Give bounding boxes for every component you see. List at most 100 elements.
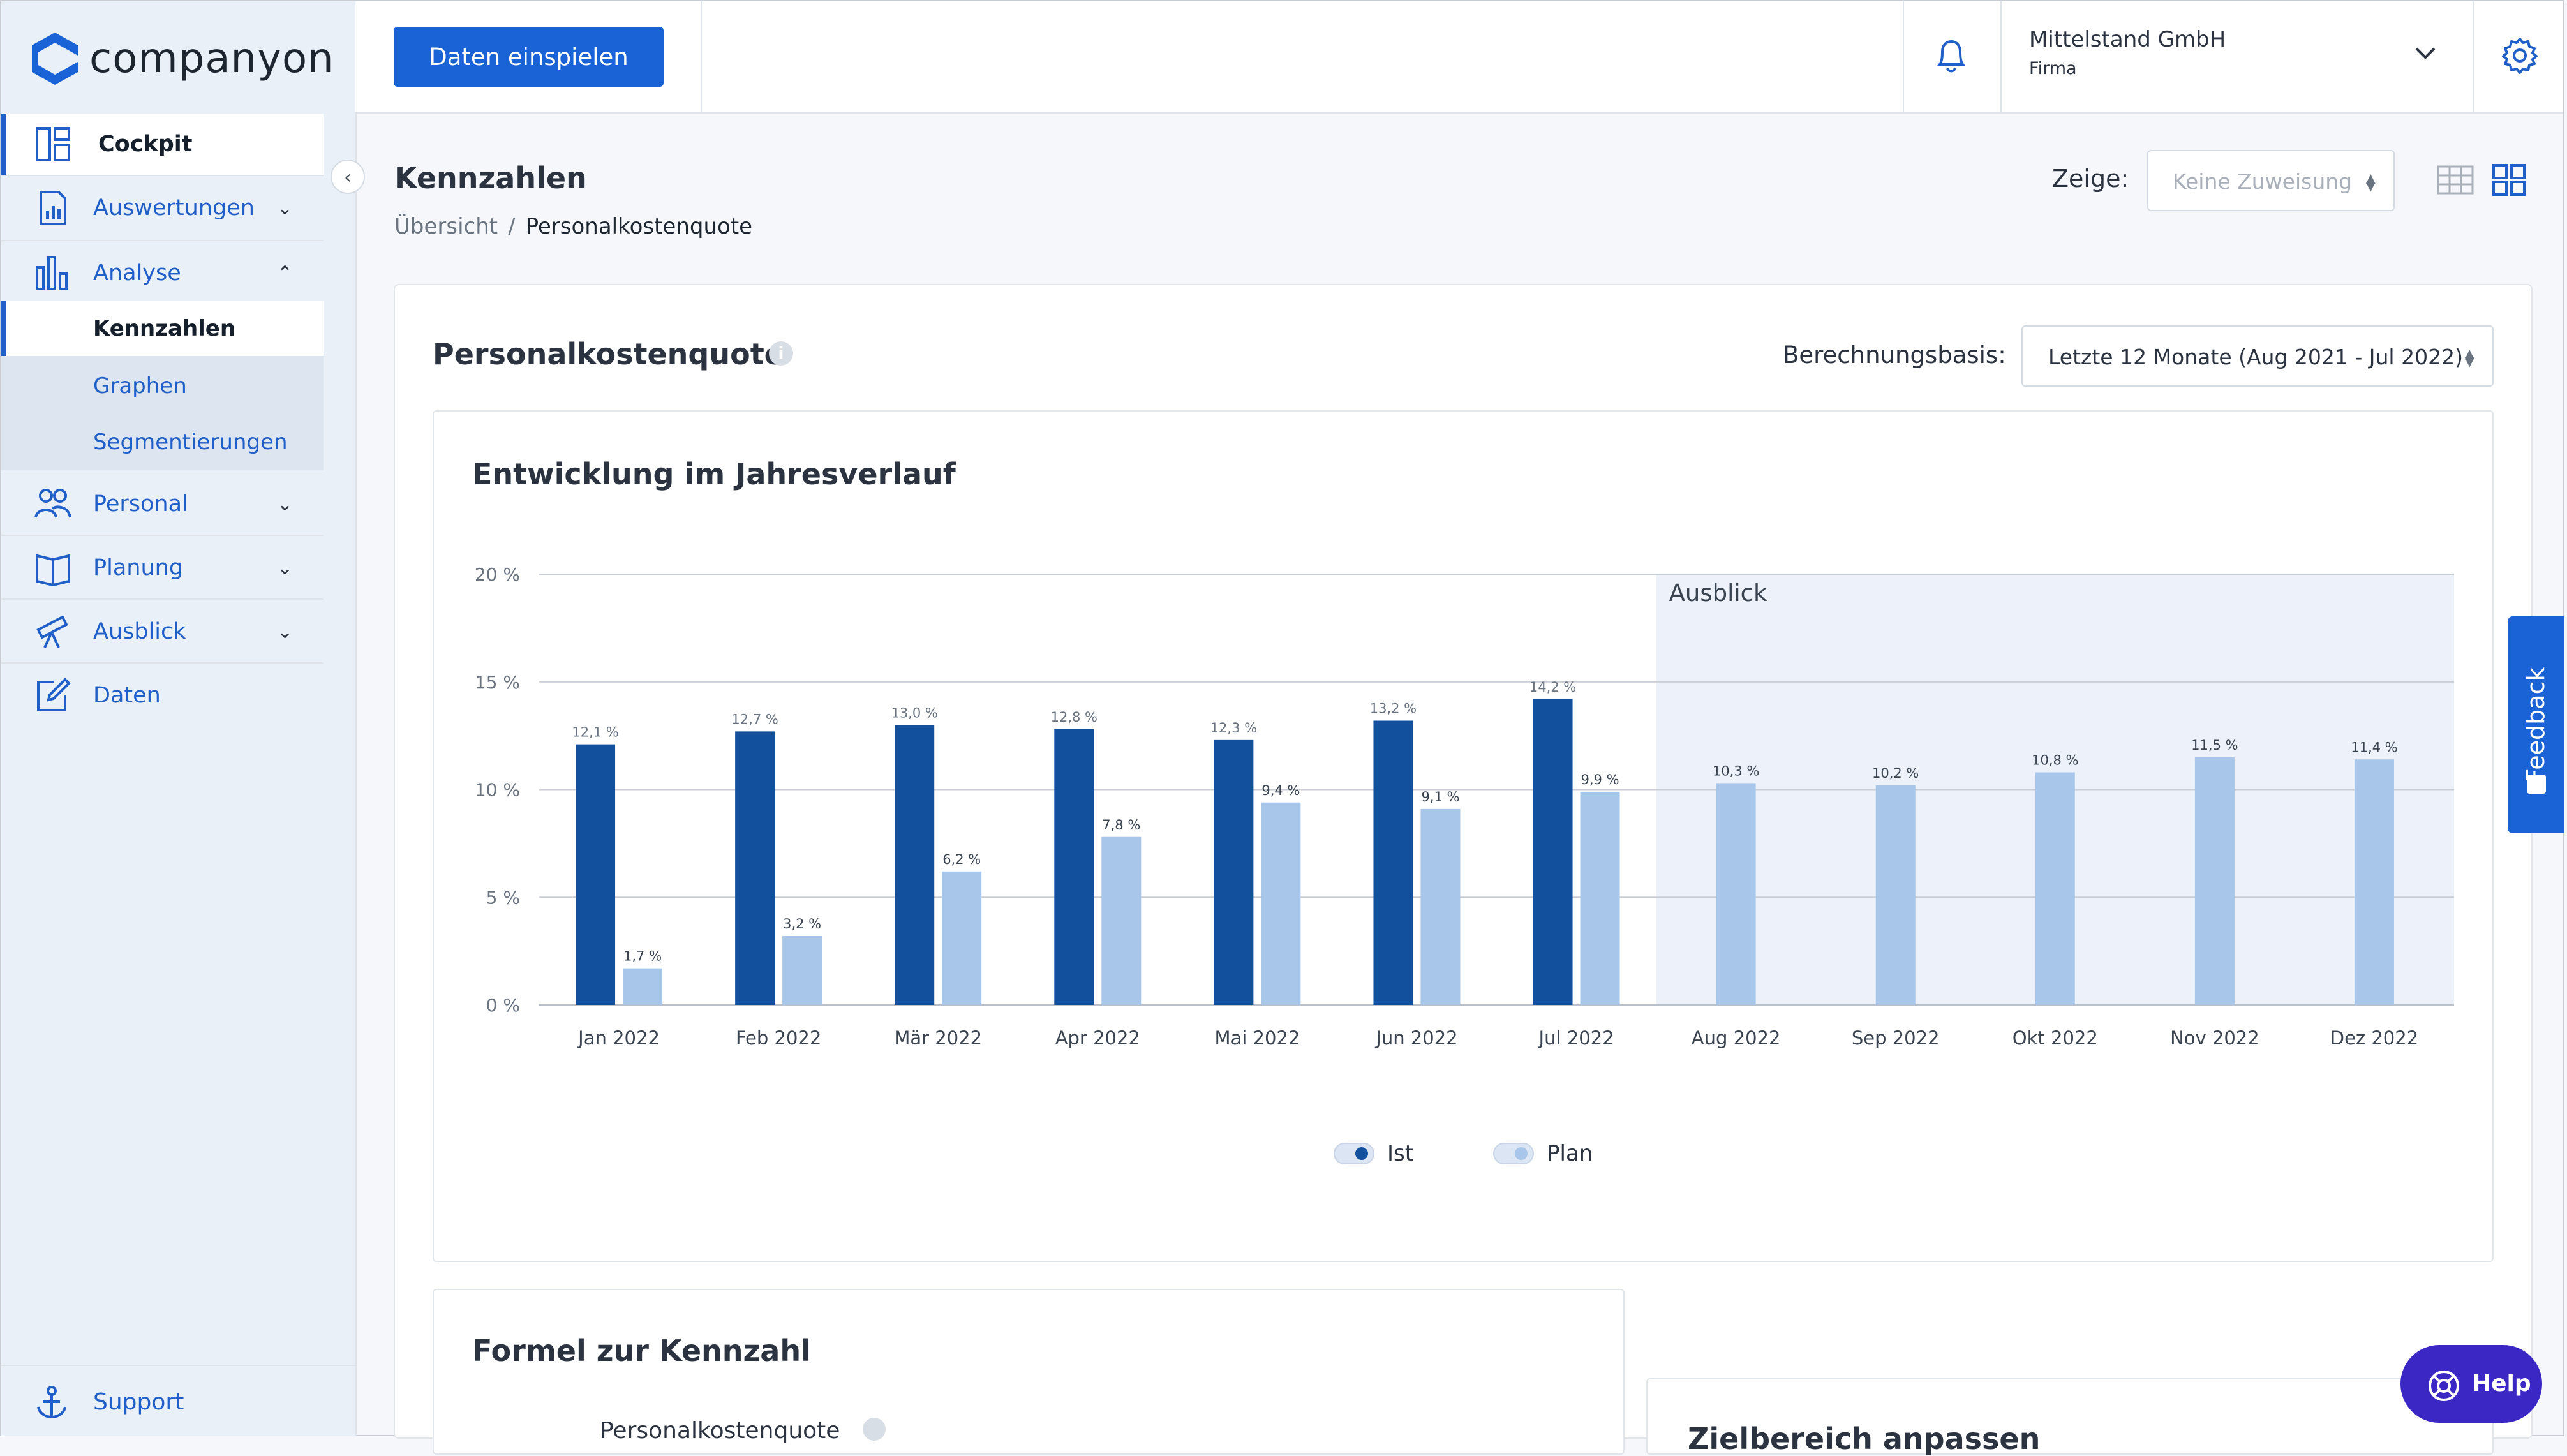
data-label-ist: 12,8 % [1051, 709, 1097, 725]
sidebar-item-support[interactable]: Support [1, 1365, 355, 1436]
edit-icon [37, 678, 71, 711]
legend-item-ist[interactable]: Ist [1334, 1141, 1413, 1166]
data-label-ist: 12,1 % [572, 725, 618, 740]
bell-icon[interactable] [1933, 36, 1969, 75]
x-tick-label: Jan 2022 [577, 1027, 660, 1049]
data-label-ist: 12,3 % [1210, 720, 1257, 736]
sidebar-item-planung[interactable]: Planung ⌄ [1, 537, 324, 598]
sidebar-item-auswertungen[interactable]: Auswertungen ⌄ [1, 177, 324, 239]
bar-plan [1875, 785, 1916, 1005]
x-tick-label: Feb 2022 [736, 1027, 821, 1049]
assignment-select[interactable]: Keine Zuweisung ▲ ▼ [2147, 150, 2395, 211]
grid-view-icon[interactable] [2490, 163, 2528, 197]
data-label-plan: 10,2 % [1872, 766, 1919, 781]
sidebar-subitem-label: Graphen [93, 373, 187, 399]
toggle-ist[interactable] [1334, 1143, 1374, 1164]
basis-select-value: Letzte 12 Monate (Aug 2021 - Jul 2022) [2048, 345, 2463, 369]
bar-ist [1533, 699, 1573, 1005]
sidebar-subitem-segmentierungen[interactable]: Segmentierungen [1, 415, 324, 470]
telescope-icon [36, 615, 68, 648]
data-label-plan: 6,2 % [942, 852, 981, 867]
data-label-plan: 10,8 % [2032, 753, 2078, 768]
feedback-label: Feedback [2522, 667, 2550, 783]
table-view-icon[interactable] [2436, 163, 2474, 197]
y-tick-label: 10 % [475, 780, 520, 801]
chevron-down-icon: ⌄ [277, 556, 294, 579]
toggle-plan[interactable] [1493, 1143, 1534, 1164]
anchor-icon [37, 1386, 66, 1419]
basis-label: Berechnungsbasis: [1783, 341, 2006, 369]
sidebar-subitem-label: Segmentierungen [93, 429, 288, 455]
logo-text: companyon [89, 35, 334, 82]
x-tick-label: Aug 2022 [1692, 1027, 1781, 1049]
sort-arrows-icon: ▲ ▼ [2365, 170, 2376, 193]
logo[interactable]: companyon [29, 27, 334, 91]
divider [1, 598, 324, 600]
chevron-left-icon: ‹ [344, 166, 352, 188]
sidebar-item-analyse[interactable]: Analyse ⌃ [1, 242, 324, 304]
x-tick-label: Okt 2022 [2013, 1027, 2098, 1049]
sidebar-item-daten[interactable]: Daten [1, 665, 324, 726]
chevron-down-icon: ⌄ [277, 493, 294, 516]
smiley-icon [2527, 775, 2546, 794]
legend-item-plan[interactable]: Plan [1493, 1141, 1593, 1166]
chevron-up-icon: ⌃ [277, 262, 294, 285]
bar-plan [2194, 757, 2235, 1005]
sort-arrows-icon: ▲ ▼ [2464, 346, 2474, 369]
data-label-plan: 9,4 % [1261, 783, 1300, 798]
divider [1, 662, 324, 664]
bar-plan [2354, 759, 2394, 1005]
info-icon[interactable]: i [769, 341, 793, 366]
bar-ist [1214, 739, 1254, 1005]
breadcrumb-root[interactable]: Übersicht [394, 214, 498, 239]
help-button[interactable]: Help [2400, 1345, 2542, 1423]
sidebar-subitem-kennzahlen[interactable]: Kennzahlen [1, 301, 324, 356]
sidebar-item-label: Auswertungen [93, 195, 255, 221]
collapse-sidebar-button[interactable]: ‹ [331, 160, 365, 194]
data-label-plan: 11,5 % [2191, 738, 2238, 753]
feedback-tab[interactable]: Feedback [2508, 616, 2564, 833]
sidebar-item-label: Analyse [93, 260, 181, 286]
breadcrumb: Übersicht / Personalkostenquote [394, 214, 752, 239]
company-type: Firma [2029, 59, 2077, 78]
data-label-ist: 12,7 % [731, 711, 778, 727]
import-data-button[interactable]: Daten einspielen [394, 27, 664, 87]
basis-select[interactable]: Letzte 12 Monate (Aug 2021 - Jul 2022) ▲… [2021, 325, 2494, 387]
bar-ist [1054, 729, 1094, 1005]
support-label: Support [93, 1389, 184, 1415]
bar-ist [1373, 720, 1413, 1005]
legend-label: Plan [1547, 1141, 1593, 1166]
bar-plan [1580, 791, 1620, 1005]
info-icon[interactable] [863, 1418, 886, 1441]
page-title: Kennzahlen [394, 161, 587, 195]
bar-plan [782, 936, 822, 1005]
company-switcher[interactable]: Mittelstand GmbH Firma [2029, 27, 2226, 78]
toggle-knob [1355, 1147, 1368, 1160]
chevron-down-icon[interactable] [2411, 40, 2439, 68]
show-label: Zeige: [2052, 165, 2129, 193]
x-tick-label: Apr 2022 [1055, 1027, 1140, 1049]
help-label: Help [2472, 1371, 2531, 1397]
data-label-plan: 1,7 % [623, 949, 662, 964]
logo-icon [32, 33, 78, 85]
bar-plan [1420, 808, 1461, 1005]
x-tick-label: Mai 2022 [1214, 1027, 1300, 1049]
dashboard-icon [36, 127, 70, 161]
sidebar-item-ausblick[interactable]: Ausblick ⌄ [1, 601, 324, 662]
sidebar-item-cockpit[interactable]: Cockpit [1, 114, 324, 175]
lifebuoy-icon [2429, 1371, 2459, 1401]
gear-icon[interactable] [2501, 36, 2539, 75]
people-icon [34, 489, 71, 518]
chart-title: Entwicklung im Jahresverlauf [472, 457, 956, 491]
sidebar-item-label: Daten [93, 683, 161, 708]
target-title: Zielbereich anpassen [1688, 1422, 2041, 1456]
book-icon [36, 554, 70, 586]
divider [701, 1, 702, 112]
x-tick-label: Nov 2022 [2170, 1027, 2259, 1049]
x-tick-label: Dez 2022 [2330, 1027, 2418, 1049]
sidebar-subitem-graphen[interactable]: Graphen [1, 359, 324, 413]
data-label-plan: 7,8 % [1102, 817, 1140, 833]
data-label-ist: 13,0 % [891, 705, 938, 720]
sidebar-item-personal[interactable]: Personal ⌄ [1, 473, 324, 535]
y-tick-label: 5 % [486, 887, 520, 908]
